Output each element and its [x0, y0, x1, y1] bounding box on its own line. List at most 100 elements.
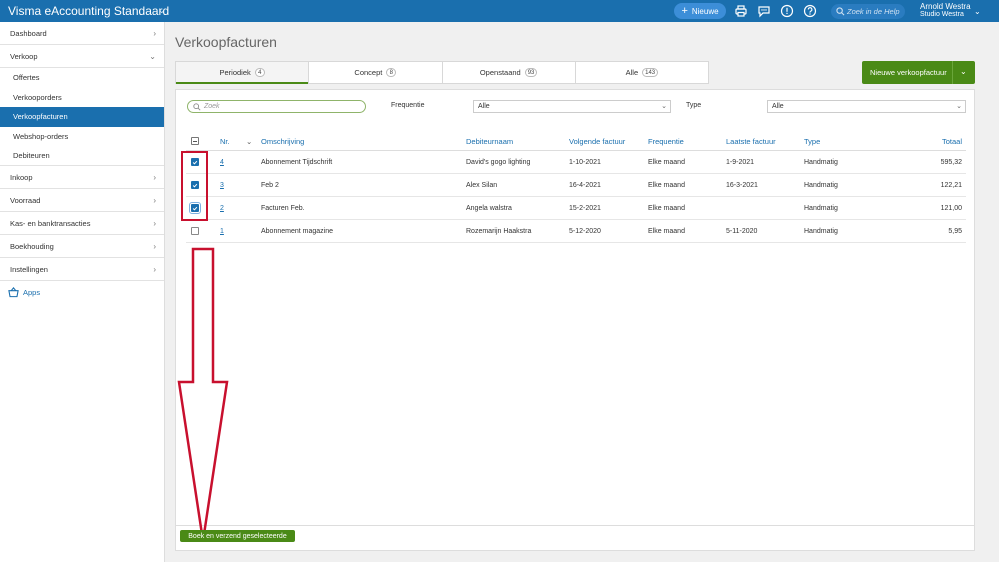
footer-divider [176, 525, 974, 526]
sidebar-item-label: Verkoop [10, 52, 38, 61]
col-header-type[interactable]: Type [804, 132, 820, 150]
count-badge: 93 [524, 68, 538, 77]
tab-periodiek[interactable]: Periodiek 4 [176, 62, 310, 84]
alert-icon[interactable] [780, 4, 794, 18]
col-header-nr[interactable]: Nr. [220, 132, 230, 150]
cell-description: Abonnement Tijdschrift [261, 158, 333, 166]
tab-concept[interactable]: Concept 8 [309, 62, 443, 83]
chevron-down-icon[interactable]: ⌄ [974, 7, 981, 16]
sidebar-item-inkoop[interactable]: Inkoop › [0, 166, 164, 189]
sidebar-item-boekhouding[interactable]: Boekhouding › [0, 235, 164, 258]
search-input[interactable]: Zoek [187, 100, 366, 113]
sidebar-item-label: Inkoop [10, 172, 33, 182]
col-header-next-invoice[interactable]: Volgende factuur [569, 132, 625, 150]
col-header-description[interactable]: Omschrijving [261, 132, 304, 150]
page-title: Verkoopfacturen [175, 34, 277, 50]
select-all-checkbox[interactable] [191, 132, 199, 150]
cell-type: Handmatig [804, 181, 838, 189]
top-bar: Visma eAccounting Standaard ⌄ + Nieuwe Z… [0, 0, 999, 22]
sidebar-item-label: Dashboard [10, 29, 47, 38]
printer-icon[interactable] [734, 4, 748, 18]
table-row[interactable]: 2 Facturen Feb. Angela walstra 15-2-2021… [186, 197, 966, 220]
cell-total: 595,32 [940, 158, 962, 166]
cell-total: 121,00 [940, 204, 962, 212]
help-search-placeholder: Zoek in de Help [847, 7, 900, 16]
count-badge: 4 [254, 68, 265, 77]
col-header-last-invoice[interactable]: Laatste factuur [726, 132, 776, 150]
sidebar-item-verkoop[interactable]: Verkoop ⌄ [0, 45, 164, 68]
sidebar-item-label: Boekhouding [10, 241, 54, 251]
sidebar-item-dashboard[interactable]: Dashboard › [0, 22, 164, 45]
cell-next-invoice: 15-2-2021 [569, 204, 601, 212]
col-header-total[interactable]: Totaal [886, 132, 962, 150]
sidebar: Dashboard › Verkoop ⌄ Offertes Verkoopor… [0, 22, 165, 562]
invoice-number-link[interactable]: 4 [220, 151, 224, 173]
tab-label: Concept [354, 68, 383, 77]
tab-bar: Periodiek 4 Concept 8 Openstaand 93 Alle… [175, 61, 709, 84]
new-button[interactable]: + Nieuwe [674, 3, 726, 19]
sort-chevron-icon[interactable]: ⌄ [246, 132, 252, 150]
sidebar-subitem-webshop-orders[interactable]: Webshop-orders [0, 127, 164, 147]
search-icon [836, 7, 845, 16]
col-header-frequency[interactable]: Frequentie [648, 132, 684, 150]
chevron-right-icon: › [153, 195, 156, 205]
chevron-right-icon: › [153, 218, 156, 228]
invoice-number-link[interactable]: 2 [220, 197, 224, 219]
invoice-number-link[interactable]: 3 [220, 174, 224, 196]
search-icon [193, 103, 201, 111]
sidebar-subitem-offertes[interactable]: Offertes [0, 68, 164, 88]
new-button-label: Nieuwe [691, 6, 719, 16]
cell-type: Handmatig [804, 204, 838, 212]
chevron-down-icon[interactable]: ⌄ [960, 67, 967, 76]
frequency-select[interactable]: Alle ⌄ [473, 100, 671, 113]
search-placeholder: Zoek [204, 103, 220, 110]
sidebar-subitem-verkoopfacturen[interactable]: Verkoopfacturen [0, 107, 164, 127]
chevron-right-icon: › [153, 241, 156, 251]
cell-last-invoice: 5-11-2020 [726, 227, 758, 235]
tab-openstaand[interactable]: Openstaand 93 [443, 62, 576, 83]
cell-type: Handmatig [804, 227, 838, 235]
chevron-right-icon: › [153, 29, 156, 38]
sidebar-item-label: Voorraad [10, 195, 41, 205]
plus-icon: + [681, 4, 688, 17]
cell-last-invoice: 16-3-2021 [726, 181, 758, 189]
sidebar-item-apps[interactable]: Apps [0, 281, 164, 305]
cell-next-invoice: 1-10-2021 [569, 158, 601, 166]
sidebar-item-instellingen[interactable]: Instellingen › [0, 258, 164, 281]
invoice-table: Nr. ⌄ Omschrijving Debiteurnaam Volgende… [186, 132, 966, 243]
tab-alle[interactable]: Alle 143 [576, 62, 708, 83]
cell-debtor: Rozemarijn Haakstra [466, 227, 532, 235]
cell-last-invoice: 1-9-2021 [726, 158, 755, 166]
new-invoice-button[interactable]: Nieuwe verkoopfactuur ⌄ [862, 61, 975, 84]
chevron-down-icon: ⌄ [661, 103, 667, 110]
cell-next-invoice: 16-4-2021 [569, 181, 601, 189]
new-invoice-label: Nieuwe verkoopfactuur [870, 68, 947, 77]
invoice-number-link[interactable]: 1 [220, 220, 224, 242]
sidebar-item-kas-bank[interactable]: Kas- en banktransacties › [0, 212, 164, 235]
button-divider [952, 61, 953, 84]
table-row[interactable]: 4 Abonnement Tijdschrift David's gogo li… [186, 151, 966, 174]
table-row[interactable]: 1 Abonnement magazine Rozemarijn Haakstr… [186, 220, 966, 243]
row-checkbox[interactable] [191, 220, 199, 242]
app-title[interactable]: Visma eAccounting Standaard [8, 4, 169, 18]
sidebar-subitem-debiteuren[interactable]: Debiteuren [0, 146, 164, 166]
tab-label: Alle [625, 68, 639, 77]
help-search-input[interactable]: Zoek in de Help [831, 4, 905, 19]
sidebar-item-voorraad[interactable]: Voorraad › [0, 189, 164, 212]
cell-total: 122,21 [940, 181, 962, 189]
chat-icon[interactable] [757, 4, 771, 18]
cell-debtor: Alex Silan [466, 181, 498, 189]
cell-type: Handmatig [804, 158, 838, 166]
book-and-send-button[interactable]: Boek en verzend geselecteerde [180, 530, 295, 542]
cell-frequency: Elke maand [648, 204, 685, 212]
help-icon[interactable] [803, 4, 817, 18]
chevron-down-icon[interactable]: ⌄ [158, 5, 166, 16]
col-header-debtor[interactable]: Debiteurnaam [466, 132, 513, 150]
apps-basket-icon [8, 287, 19, 298]
table-row[interactable]: 3 Feb 2 Alex Silan 16-4-2021 Elke maand … [186, 174, 966, 197]
chevron-right-icon: › [153, 264, 156, 274]
sidebar-subitem-verkooporders[interactable]: Verkooporders [0, 88, 164, 108]
cell-frequency: Elke maand [648, 158, 685, 166]
sidebar-item-label: Instellingen [10, 264, 48, 274]
type-select[interactable]: Alle ⌄ [767, 100, 966, 113]
